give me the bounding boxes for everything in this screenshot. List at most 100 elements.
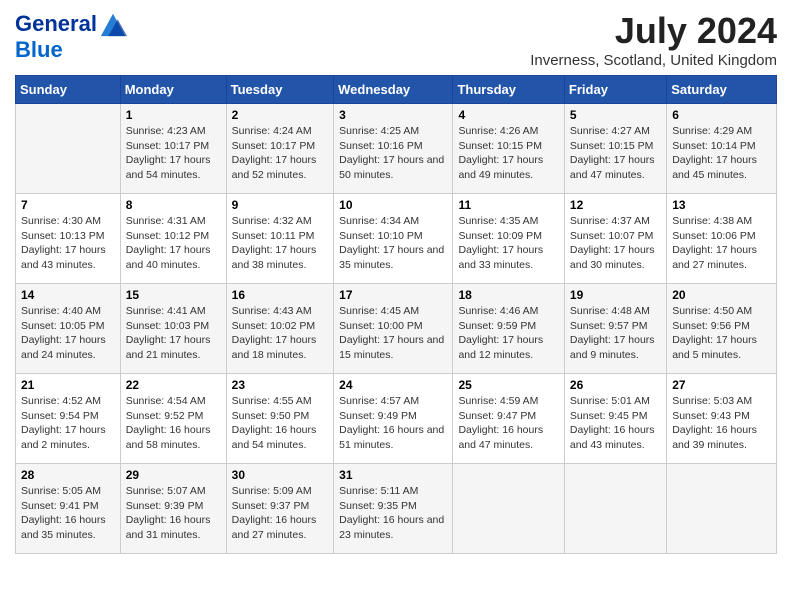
calendar-cell: 20Sunrise: 4:50 AMSunset: 9:56 PMDayligh… — [667, 284, 777, 374]
logo: General Blue — [15, 10, 127, 62]
day-number: 4 — [458, 108, 558, 122]
day-number: 22 — [126, 378, 221, 392]
day-number: 17 — [339, 288, 447, 302]
calendar-cell: 22 Sunrise: 4:54 AMSunset: 9:52 PMDayligh… — [120, 374, 226, 464]
day-number: 10 — [339, 198, 447, 212]
day-info: Sunrise: 4:46 AMSunset: 9:59 PMDaylight:… — [458, 304, 558, 363]
day-number: 26 — [570, 378, 661, 392]
day-info: Sunrise: 4:57 AMSunset: 9:49 PMDaylight:… — [339, 394, 447, 453]
day-info: Sunrise: 5:09 AMSunset: 9:37 PMDaylight:… — [232, 484, 329, 543]
calendar-cell: 27 Sunrise: 5:03 AMSunset: 9:43 PMDayligh… — [667, 374, 777, 464]
logo-icon — [99, 10, 127, 38]
day-number: 15 — [126, 288, 221, 302]
logo-blue: Blue — [15, 38, 127, 62]
calendar-cell: 16Sunrise: 4:43 AMSunset: 10:02 PMDaylig… — [226, 284, 334, 374]
logo-general: General — [15, 12, 97, 36]
day-info: Sunrise: 4:26 AMSunset: 10:15 PMDaylight… — [458, 124, 558, 183]
month-year-title: July 2024 — [530, 10, 777, 52]
day-info: Sunrise: 4:34 AMSunset: 10:10 PMDaylight… — [339, 214, 447, 273]
day-info: Sunrise: 4:31 AMSunset: 10:12 PMDaylight… — [126, 214, 221, 273]
day-info: Sunrise: 4:48 AMSunset: 9:57 PMDaylight:… — [570, 304, 661, 363]
day-number: 25 — [458, 378, 558, 392]
calendar-cell: 17 Sunrise: 4:45 AMSunset: 10:00 PMDaylig… — [334, 284, 453, 374]
day-info: Sunrise: 4:45 AMSunset: 10:00 PMDaylight… — [339, 304, 447, 363]
header-friday: Friday — [564, 76, 666, 104]
day-info: Sunrise: 4:35 AMSunset: 10:09 PMDaylight… — [458, 214, 558, 273]
calendar-cell: 31Sunrise: 5:11 AMSunset: 9:35 PMDayligh… — [334, 464, 453, 554]
day-info: Sunrise: 5:05 AMSunset: 9:41 PMDaylight:… — [21, 484, 115, 543]
day-number: 12 — [570, 198, 661, 212]
calendar-cell: 25 Sunrise: 4:59 AMSunset: 9:47 PMDayligh… — [453, 374, 564, 464]
calendar-cell: 8 Sunrise: 4:31 AMSunset: 10:12 PMDayligh… — [120, 194, 226, 284]
calendar-cell: 15Sunrise: 4:41 AMSunset: 10:03 PMDaylig… — [120, 284, 226, 374]
calendar-cell: 19 Sunrise: 4:48 AMSunset: 9:57 PMDayligh… — [564, 284, 666, 374]
day-number: 9 — [232, 198, 329, 212]
day-number: 23 — [232, 378, 329, 392]
day-number: 19 — [570, 288, 661, 302]
day-info: Sunrise: 5:11 AMSunset: 9:35 PMDaylight:… — [339, 484, 447, 543]
calendar-cell: 23Sunrise: 4:55 AMSunset: 9:50 PMDayligh… — [226, 374, 334, 464]
calendar-cell: 1 Sunrise: 4:23 AMSunset: 10:17 PMDayligh… — [120, 104, 226, 194]
calendar-cell: 11 Sunrise: 4:35 AMSunset: 10:09 PMDaylig… — [453, 194, 564, 284]
day-info: Sunrise: 4:37 AMSunset: 10:07 PMDaylight… — [570, 214, 661, 273]
day-number: 7 — [21, 198, 115, 212]
calendar-cell: 4 Sunrise: 4:26 AMSunset: 10:15 PMDayligh… — [453, 104, 564, 194]
calendar-cell: 29Sunrise: 5:07 AMSunset: 9:39 PMDayligh… — [120, 464, 226, 554]
calendar-cell: 13Sunrise: 4:38 AMSunset: 10:06 PMDaylig… — [667, 194, 777, 284]
page-header: General Blue July 2024 Inverness, Scotla… — [15, 10, 777, 69]
day-number: 21 — [21, 378, 115, 392]
header-thursday: Thursday — [453, 76, 564, 104]
calendar-week-2: 7Sunrise: 4:30 AMSunset: 10:13 PMDayligh… — [16, 194, 777, 284]
calendar-cell — [667, 464, 777, 554]
day-number: 5 — [570, 108, 661, 122]
day-info: Sunrise: 4:59 AMSunset: 9:47 PMDaylight:… — [458, 394, 558, 453]
calendar-cell: 9Sunrise: 4:32 AMSunset: 10:11 PMDayligh… — [226, 194, 334, 284]
day-info: Sunrise: 4:25 AMSunset: 10:16 PMDaylight… — [339, 124, 447, 183]
calendar-cell: 24Sunrise: 4:57 AMSunset: 9:49 PMDayligh… — [334, 374, 453, 464]
calendar-cell: 30 Sunrise: 5:09 AMSunset: 9:37 PMDayligh… — [226, 464, 334, 554]
calendar-header-row: SundayMondayTuesdayWednesdayThursdayFrid… — [16, 76, 777, 104]
day-number: 28 — [21, 468, 115, 482]
calendar-week-4: 21 Sunrise: 4:52 AMSunset: 9:54 PMDayligh… — [16, 374, 777, 464]
calendar-cell — [16, 104, 121, 194]
calendar-cell: 26 Sunrise: 5:01 AMSunset: 9:45 PMDayligh… — [564, 374, 666, 464]
calendar-cell: 14 Sunrise: 4:40 AMSunset: 10:05 PMDaylig… — [16, 284, 121, 374]
day-info: Sunrise: 4:52 AMSunset: 9:54 PMDaylight:… — [21, 394, 115, 453]
header-saturday: Saturday — [667, 76, 777, 104]
calendar-cell: 10 Sunrise: 4:34 AMSunset: 10:10 PMDaylig… — [334, 194, 453, 284]
header-monday: Monday — [120, 76, 226, 104]
day-number: 8 — [126, 198, 221, 212]
header-tuesday: Tuesday — [226, 76, 334, 104]
calendar-week-1: 1 Sunrise: 4:23 AMSunset: 10:17 PMDayligh… — [16, 104, 777, 194]
calendar-cell: 6Sunrise: 4:29 AMSunset: 10:14 PMDayligh… — [667, 104, 777, 194]
day-info: Sunrise: 4:23 AMSunset: 10:17 PMDaylight… — [126, 124, 221, 183]
calendar-cell — [564, 464, 666, 554]
day-number: 29 — [126, 468, 221, 482]
calendar-table: SundayMondayTuesdayWednesdayThursdayFrid… — [15, 75, 777, 554]
calendar-cell: 21 Sunrise: 4:52 AMSunset: 9:54 PMDayligh… — [16, 374, 121, 464]
day-number: 16 — [232, 288, 329, 302]
calendar-cell: 18Sunrise: 4:46 AMSunset: 9:59 PMDayligh… — [453, 284, 564, 374]
title-block: July 2024 Inverness, Scotland, United Ki… — [530, 10, 777, 69]
calendar-cell — [453, 464, 564, 554]
day-number: 3 — [339, 108, 447, 122]
day-info: Sunrise: 5:03 AMSunset: 9:43 PMDaylight:… — [672, 394, 771, 453]
day-number: 27 — [672, 378, 771, 392]
day-info: Sunrise: 5:01 AMSunset: 9:45 PMDaylight:… — [570, 394, 661, 453]
day-number: 1 — [126, 108, 221, 122]
day-info: Sunrise: 4:54 AMSunset: 9:52 PMDaylight:… — [126, 394, 221, 453]
day-number: 11 — [458, 198, 558, 212]
day-number: 20 — [672, 288, 771, 302]
day-number: 2 — [232, 108, 329, 122]
day-info: Sunrise: 4:40 AMSunset: 10:05 PMDaylight… — [21, 304, 115, 363]
header-sunday: Sunday — [16, 76, 121, 104]
day-info: Sunrise: 4:29 AMSunset: 10:14 PMDaylight… — [672, 124, 771, 183]
calendar-cell: 3 Sunrise: 4:25 AMSunset: 10:16 PMDayligh… — [334, 104, 453, 194]
day-number: 14 — [21, 288, 115, 302]
calendar-week-5: 28 Sunrise: 5:05 AMSunset: 9:41 PMDayligh… — [16, 464, 777, 554]
day-number: 13 — [672, 198, 771, 212]
day-number: 30 — [232, 468, 329, 482]
calendar-week-3: 14 Sunrise: 4:40 AMSunset: 10:05 PMDaylig… — [16, 284, 777, 374]
location-subtitle: Inverness, Scotland, United Kingdom — [530, 52, 777, 69]
header-wednesday: Wednesday — [334, 76, 453, 104]
